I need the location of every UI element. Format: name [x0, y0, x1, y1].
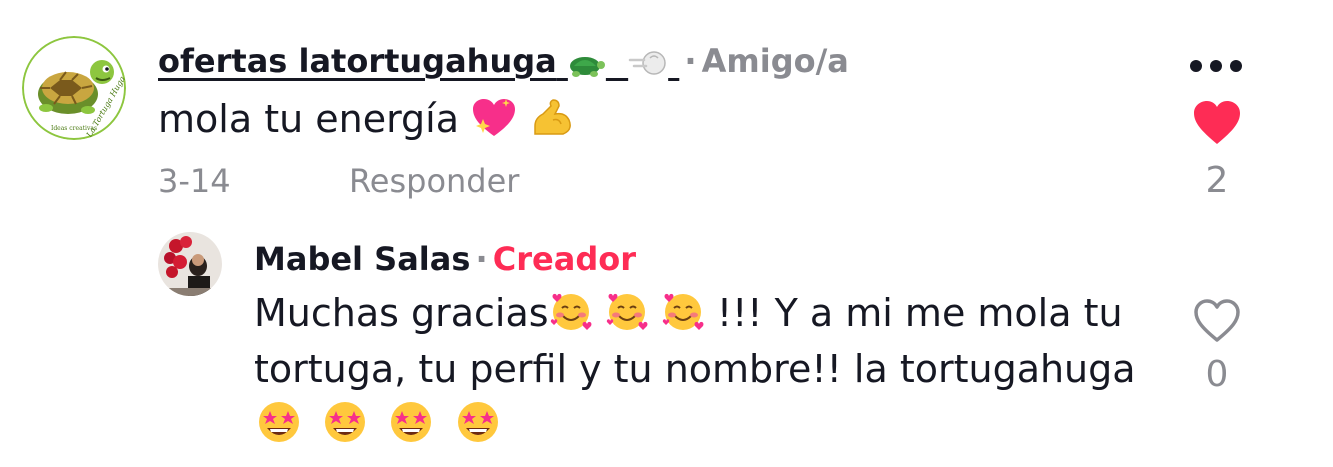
reply-text-line-2: tortuga, tu perfil y tu nombre!! la tort…	[254, 347, 1136, 391]
smiling-face-with-hearts-emoji-icon	[549, 290, 593, 346]
reply-text-line-3	[256, 400, 501, 448]
friend-tag: Amigo/a	[701, 42, 849, 80]
comment-text-content: mola tu energía	[158, 97, 460, 141]
comment-date: 3-14	[158, 162, 231, 200]
reply-username[interactable]: Mabel Salas	[254, 240, 470, 278]
star-struck-emoji-icon	[322, 400, 368, 448]
like-button[interactable]	[1192, 100, 1242, 150]
separator-dot: ·	[684, 42, 697, 80]
comment-text: mola tu energía	[158, 92, 575, 152]
avatar[interactable]: Ideas creativas La Tortuga Huga	[22, 36, 126, 140]
sparkling-heart-emoji-icon	[471, 98, 517, 152]
more-options-button[interactable]	[1190, 58, 1244, 74]
reply-text-line-1: Muchas gracias !!! Y a mi me mola tu	[254, 286, 1123, 346]
comment-meta: 3-14 Responder	[158, 162, 519, 200]
reply-avatar-image	[158, 232, 222, 296]
reply-text-part-1: Muchas gracias	[254, 291, 549, 335]
comment-username[interactable]: ofertas latortugahuga	[158, 42, 679, 80]
heart-outline-icon	[1194, 299, 1240, 342]
smiling-face-with-hearts-emoji-icon	[661, 290, 705, 346]
heart-filled-icon	[1194, 101, 1240, 144]
star-struck-emoji-icon	[256, 400, 302, 448]
dashing-away-emoji-icon	[628, 48, 668, 86]
reply-avatar[interactable]	[158, 232, 222, 296]
reply-header: Mabel Salas · Creador	[254, 240, 636, 278]
smiling-face-with-hearts-emoji-icon	[605, 290, 649, 346]
reply-like-button[interactable]	[1192, 298, 1242, 348]
more-icon	[1190, 60, 1202, 72]
reply-button[interactable]: Responder	[349, 162, 519, 200]
separator-dot: ·	[475, 240, 488, 278]
creator-badge: Creador	[492, 240, 636, 278]
turtle-emoji-icon	[568, 48, 606, 86]
star-struck-emoji-icon	[455, 400, 501, 448]
reply-text-part-2: !!! Y a mi me mola tu	[704, 291, 1123, 335]
flexed-biceps-emoji-icon	[529, 98, 575, 152]
star-struck-emoji-icon	[388, 400, 434, 448]
comment-header: ofertas latortugahuga · Amigo/a	[158, 42, 849, 86]
like-count: 2	[1205, 160, 1229, 201]
reply-like-count: 0	[1205, 354, 1229, 395]
turtle-logo-image: Ideas creativas La Tortuga Huga	[22, 36, 126, 140]
